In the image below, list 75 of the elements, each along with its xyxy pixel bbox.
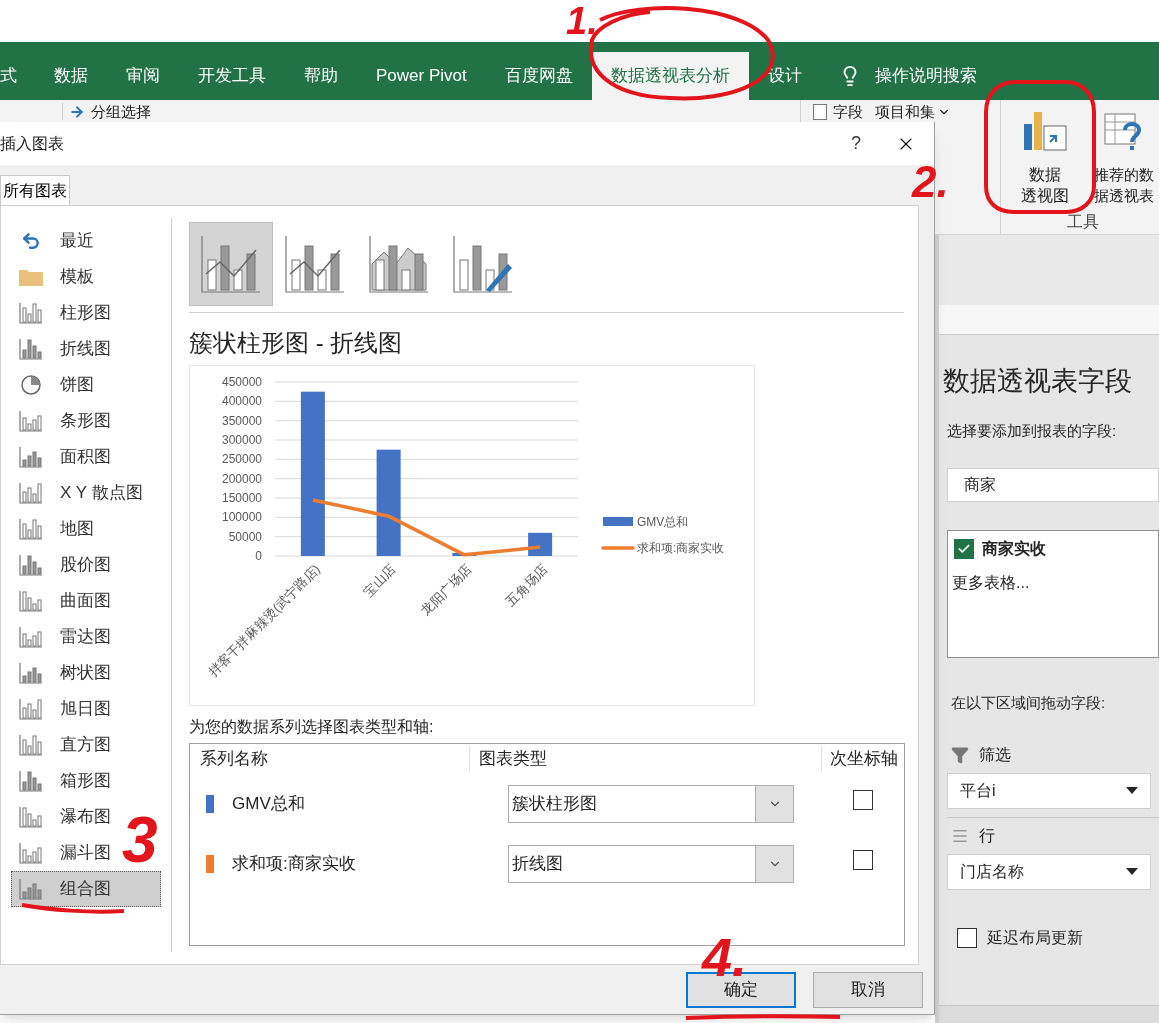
chart-title: 簇状柱形图 - 折线图 bbox=[189, 328, 404, 358]
search-tab[interactable]: 操作说明搜索 bbox=[874, 63, 977, 89]
category-label: 宝山店 bbox=[360, 561, 399, 600]
category-label: 五角场店 bbox=[502, 561, 551, 609]
chart-type-item[interactable]: 最近 bbox=[11, 223, 161, 259]
chart-type-item[interactable]: 折线图 bbox=[11, 331, 161, 367]
areas-prompt: 在以下区域间拖动字段: bbox=[950, 693, 1107, 713]
ribbon-tab[interactable]: 式 bbox=[0, 52, 35, 100]
legend-label: 求和项:商家实收 bbox=[637, 541, 725, 555]
series-name: GMV总和 bbox=[232, 793, 306, 816]
field-button[interactable]: 字段 bbox=[812, 103, 863, 120]
dialog-tab[interactable]: 所有图表 bbox=[0, 175, 70, 205]
area-label: 筛选 bbox=[979, 744, 1011, 765]
chart-type-item[interactable]: 箱形图 bbox=[11, 763, 161, 799]
area-field-dropdown[interactable]: 平台i bbox=[947, 772, 1151, 809]
chart-type-dropdown[interactable]: 簇状柱形图 bbox=[508, 785, 794, 823]
chart-type-item[interactable]: 树状图 bbox=[11, 655, 161, 691]
chart-type-item[interactable]: 直方图 bbox=[11, 727, 161, 763]
axis-tick-label: 200000 bbox=[221, 471, 262, 486]
axis-tick-label: 100000 bbox=[221, 510, 262, 525]
axis-tick-label: 450000 bbox=[221, 375, 262, 389]
chart-type-item[interactable]: 雷达图 bbox=[11, 619, 161, 655]
chart-type-item[interactable]: 地图 bbox=[11, 511, 161, 547]
more-tables-link[interactable]: 更多表格... bbox=[952, 571, 1158, 595]
chart-type-item[interactable]: X Y 散点图 bbox=[11, 475, 161, 511]
chart-type-item[interactable]: 曲面图 bbox=[11, 583, 161, 619]
category-label: 龙阳广场店 bbox=[417, 561, 475, 619]
ribbon-tab[interactable]: 数据 bbox=[35, 52, 107, 100]
axis-tick-label: 300000 bbox=[221, 433, 262, 447]
chart-type-item[interactable]: 饼图 bbox=[11, 367, 161, 403]
chart-type-item[interactable]: 模板 bbox=[11, 259, 161, 295]
help-button[interactable]: ? bbox=[834, 130, 878, 157]
chart-type-item[interactable]: 旭日图 bbox=[11, 691, 161, 727]
ribbon-tab[interactable]: 数据透视表分析 bbox=[591, 52, 749, 100]
ribbon-tab[interactable]: 百度网盘 bbox=[485, 52, 592, 100]
chart-type-item[interactable]: 柱形图 bbox=[11, 295, 161, 331]
chart-type-dropdown[interactable]: 折线图 bbox=[508, 845, 794, 883]
defer-update-label: 延迟布局更新 bbox=[987, 927, 1083, 948]
chart-type-item[interactable]: 面积图 bbox=[11, 439, 161, 475]
series-name: 求和项:商家实收 bbox=[232, 853, 357, 876]
axis-tick-label: 150000 bbox=[221, 491, 262, 505]
annotation-number: 1. bbox=[566, 2, 598, 40]
column-header: 系列名称 bbox=[190, 746, 470, 772]
items-sets-button[interactable]: 项目和集 bbox=[874, 103, 951, 120]
group-selection-button[interactable]: 分组选择 bbox=[62, 103, 151, 120]
annotation-number: 3 bbox=[122, 808, 158, 872]
chart-type-item[interactable]: 条形图 bbox=[11, 403, 161, 439]
axis-tick-label: 0 bbox=[255, 549, 262, 563]
chart-type-item[interactable]: 股价图 bbox=[11, 547, 161, 583]
axis-tick-label: 50000 bbox=[228, 529, 262, 544]
dialog-button[interactable]: 取消 bbox=[813, 971, 923, 1008]
column-header: 次坐标轴 bbox=[829, 748, 898, 771]
legend-label: GMV总和 bbox=[637, 515, 689, 529]
pivot-chart-button[interactable]: 数据 透视图 bbox=[1017, 108, 1073, 206]
category-label: 拌客干拌麻辣烫(武宁路店) bbox=[205, 561, 323, 680]
annotation-number: 2. bbox=[912, 160, 949, 204]
dialog-title: 插入图表 bbox=[0, 133, 65, 154]
area-field-dropdown[interactable]: 门店名称 bbox=[947, 853, 1151, 890]
search-field[interactable]: 商家 bbox=[947, 468, 1159, 502]
chart-type-item[interactable]: 组合图 bbox=[11, 871, 161, 907]
column-header: 图表类型 bbox=[470, 746, 822, 772]
ribbon-tab[interactable]: 审阅 bbox=[107, 52, 179, 100]
pane-prompt: 选择要添加到报表的字段: bbox=[946, 420, 1118, 441]
axis-tick-label: 400000 bbox=[221, 394, 262, 409]
area-label: 行 bbox=[979, 825, 995, 846]
ribbon-tab[interactable]: 开发工具 bbox=[179, 52, 285, 100]
field-name[interactable]: 商家实收 bbox=[982, 537, 1046, 561]
ribbon-tab[interactable]: 设计 bbox=[748, 52, 821, 100]
axis-tick-label: 350000 bbox=[221, 413, 262, 428]
group-label: 工具 bbox=[1066, 213, 1100, 231]
ribbon-tab[interactable]: Power Pivot bbox=[357, 52, 486, 100]
series-prompt: 为您的数据系列选择图表类型和轴: bbox=[189, 717, 435, 737]
pane-title: 数据透视表字段 bbox=[942, 365, 1133, 398]
ribbon-tab[interactable]: 帮助 bbox=[285, 52, 357, 100]
axis-tick-label: 250000 bbox=[221, 452, 262, 467]
